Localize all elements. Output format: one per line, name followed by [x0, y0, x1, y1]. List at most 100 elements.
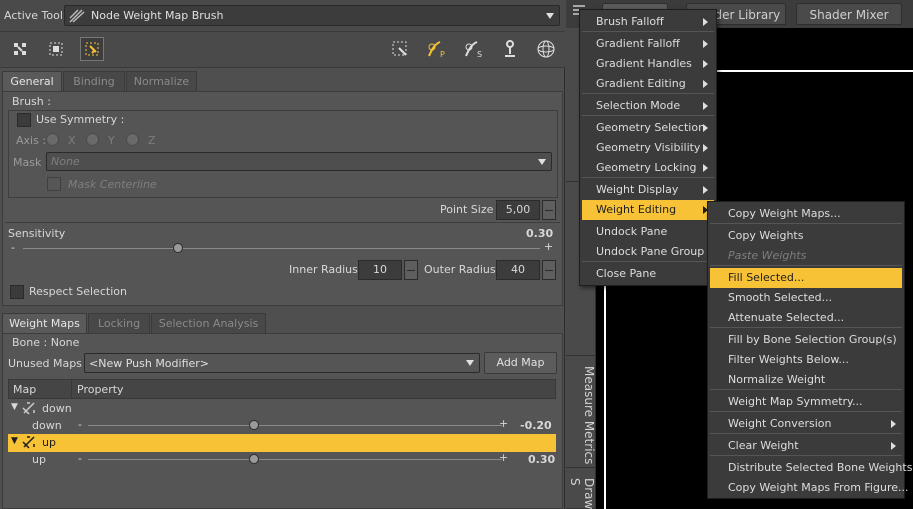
sensitivity-plus[interactable]: +	[544, 240, 553, 253]
menu-item-geometry-selection[interactable]: Geometry Selection	[582, 118, 714, 138]
menu-item-geometry-locking[interactable]: Geometry Locking	[582, 158, 714, 178]
menu-item-fill-by-bone-selection-group-s[interactable]: Fill by Bone Selection Group(s)	[710, 330, 902, 350]
weight-slider-track[interactable]	[88, 425, 502, 426]
svg-text:P: P	[440, 50, 445, 59]
sensitivity-slider-track[interactable]	[23, 248, 540, 249]
use-symmetry-checkbox[interactable]	[17, 113, 31, 127]
pose-brush-icon[interactable]: P	[425, 37, 449, 61]
menu-item-weight-editing[interactable]: Weight Editing	[582, 200, 714, 220]
sensitivity-label: Sensitivity	[8, 227, 66, 240]
outer-radius-input[interactable]: 40	[496, 260, 540, 280]
menu-item-gradient-falloff[interactable]: Gradient Falloff	[582, 34, 714, 54]
weight-slider-track[interactable]	[88, 459, 502, 460]
menu-item-undock-pane-group[interactable]: Undock Pane Group	[582, 242, 714, 262]
slider-minus[interactable]: -	[78, 452, 82, 465]
select-node-icon[interactable]	[8, 37, 32, 61]
unused-maps-dropdown[interactable]: <New Push Modifier>	[84, 353, 480, 373]
region-select-icon[interactable]	[388, 37, 412, 61]
menu-item-normalize-weight[interactable]: Normalize Weight	[710, 370, 902, 390]
point-size-label: Point Size :	[440, 203, 501, 216]
table-row[interactable]: ▼ up	[8, 434, 556, 452]
menu-item-weight-conversion[interactable]: Weight Conversion	[710, 414, 902, 434]
inner-radius-input[interactable]: 10	[358, 260, 402, 280]
point-size-stepper[interactable]	[542, 200, 556, 220]
respect-selection-label: Respect Selection	[29, 285, 127, 298]
active-tool-bar: Active Tool : Node Weight Map Brush	[0, 0, 565, 32]
expand-arrow-icon[interactable]: ▼	[11, 402, 18, 412]
sphere-icon[interactable]	[534, 37, 558, 61]
mask-centerline-checkbox[interactable]	[47, 177, 61, 191]
menu-item-undock-pane[interactable]: Undock Pane	[582, 222, 714, 242]
column-header-map[interactable]: Map	[13, 383, 36, 396]
active-tool-dropdown[interactable]: Node Weight Map Brush	[64, 5, 560, 26]
svg-text:S: S	[477, 50, 482, 59]
tab-general[interactable]: General	[2, 71, 62, 92]
weight-value: 0.30	[528, 453, 556, 466]
add-map-button[interactable]: Add Map	[484, 352, 557, 374]
tab-selection-analysis[interactable]: Selection Analysis	[151, 313, 266, 333]
menu-item-copy-weight-maps-from-figure[interactable]: Copy Weight Maps From Figure...	[710, 478, 909, 498]
menu-item-weight-display[interactable]: Weight Display	[582, 180, 714, 200]
list-item: up - + 0.30	[8, 451, 556, 469]
tab-normalize[interactable]: Normalize	[126, 71, 197, 91]
weight-slider-knob[interactable]	[248, 454, 259, 464]
tab-locking[interactable]: Locking	[88, 313, 150, 333]
point-size-input[interactable]: 5,00	[496, 200, 540, 220]
inner-radius-stepper[interactable]	[404, 260, 418, 280]
menu-item-filter-weights-below[interactable]: Filter Weights Below...	[710, 350, 902, 370]
sensitivity-value: 0.30	[526, 227, 554, 240]
menu-item-smooth-selected[interactable]: Smooth Selected...	[710, 288, 902, 308]
weight-brush-icon[interactable]: S	[462, 37, 486, 61]
mask-dropdown[interactable]: None	[46, 152, 552, 171]
divider	[5, 222, 560, 223]
menu-item-distribute-selected-bone-weights[interactable]: Distribute Selected Bone Weights	[710, 458, 912, 478]
axis-x-radio[interactable]	[46, 133, 59, 146]
node-weight-brush-icon	[69, 9, 85, 23]
slider-plus[interactable]: +	[499, 417, 508, 430]
menu-item-fill-selected[interactable]: Fill Selected...	[710, 268, 902, 288]
weightmap-table-header: Map Property	[8, 379, 556, 399]
weightmaps-tab-bar: Weight Maps Locking Selection Analysis	[0, 313, 565, 334]
outer-radius-stepper[interactable]	[542, 260, 556, 280]
tab-weight-maps[interactable]: Weight Maps	[2, 313, 87, 334]
menu-item-gradient-editing[interactable]: Gradient Editing	[582, 74, 714, 94]
menu-item-label: Paste Weights	[728, 249, 807, 262]
axis-z-radio[interactable]	[126, 133, 139, 146]
menu-item-gradient-handles[interactable]: Gradient Handles	[582, 54, 714, 74]
menu-item-copy-weight-maps[interactable]: Copy Weight Maps...	[710, 204, 902, 224]
menu-item-label: Gradient Handles	[596, 57, 692, 70]
menu-item-label: Distribute Selected Bone Weights	[728, 461, 913, 474]
menu-item-label: Weight Conversion	[728, 417, 832, 430]
tab-draw-settings[interactable]: Draw S	[566, 472, 596, 509]
pane-context-menu: Brush Falloff Gradient Falloff Gradient Ha…	[579, 9, 717, 286]
table-row[interactable]: ▼ down	[8, 400, 556, 418]
respect-selection-checkbox[interactable]	[10, 285, 24, 299]
slider-plus[interactable]: +	[499, 451, 508, 464]
menu-item-label: Brush Falloff	[596, 15, 664, 28]
chevron-right-icon	[703, 124, 708, 132]
slider-minus[interactable]: -	[78, 418, 82, 431]
expand-arrow-icon[interactable]: ▼	[11, 436, 18, 446]
sensitivity-minus[interactable]: -	[11, 241, 15, 254]
axis-y-radio[interactable]	[86, 133, 99, 146]
menu-item-selection-mode[interactable]: Selection Mode	[582, 96, 714, 116]
axis-y-label: Y	[108, 134, 115, 147]
menu-item-label: Copy Weights	[728, 229, 804, 242]
tab-shader-mixer[interactable]: Shader Mixer	[796, 3, 902, 25]
column-header-property[interactable]: Property	[77, 383, 124, 396]
menu-item-label: Gradient Editing	[596, 77, 686, 90]
menu-item-weight-map-symmetry[interactable]: Weight Map Symmetry...	[710, 392, 902, 412]
tab-binding[interactable]: Binding	[63, 71, 125, 91]
menu-item-copy-weights[interactable]: Copy Weights	[710, 226, 902, 246]
menu-item-close-pane[interactable]: Close Pane	[582, 264, 714, 284]
bone-label: Bone : None	[12, 336, 80, 349]
transform-icon[interactable]	[44, 37, 68, 61]
node-weight-brush-tool-icon[interactable]	[80, 37, 104, 61]
menu-item-attenuate-selected[interactable]: Attenuate Selected...	[710, 308, 902, 328]
weight-slider-knob[interactable]	[248, 420, 259, 430]
menu-item-brush-falloff[interactable]: Brush Falloff	[582, 12, 714, 32]
menu-item-geometry-visibility[interactable]: Geometry Visibility	[582, 138, 714, 158]
tab-measure-metrics[interactable]: Measure Metrics	[566, 360, 596, 468]
menu-item-clear-weight[interactable]: Clear Weight	[710, 436, 902, 456]
joint-editor-icon[interactable]	[498, 37, 522, 61]
